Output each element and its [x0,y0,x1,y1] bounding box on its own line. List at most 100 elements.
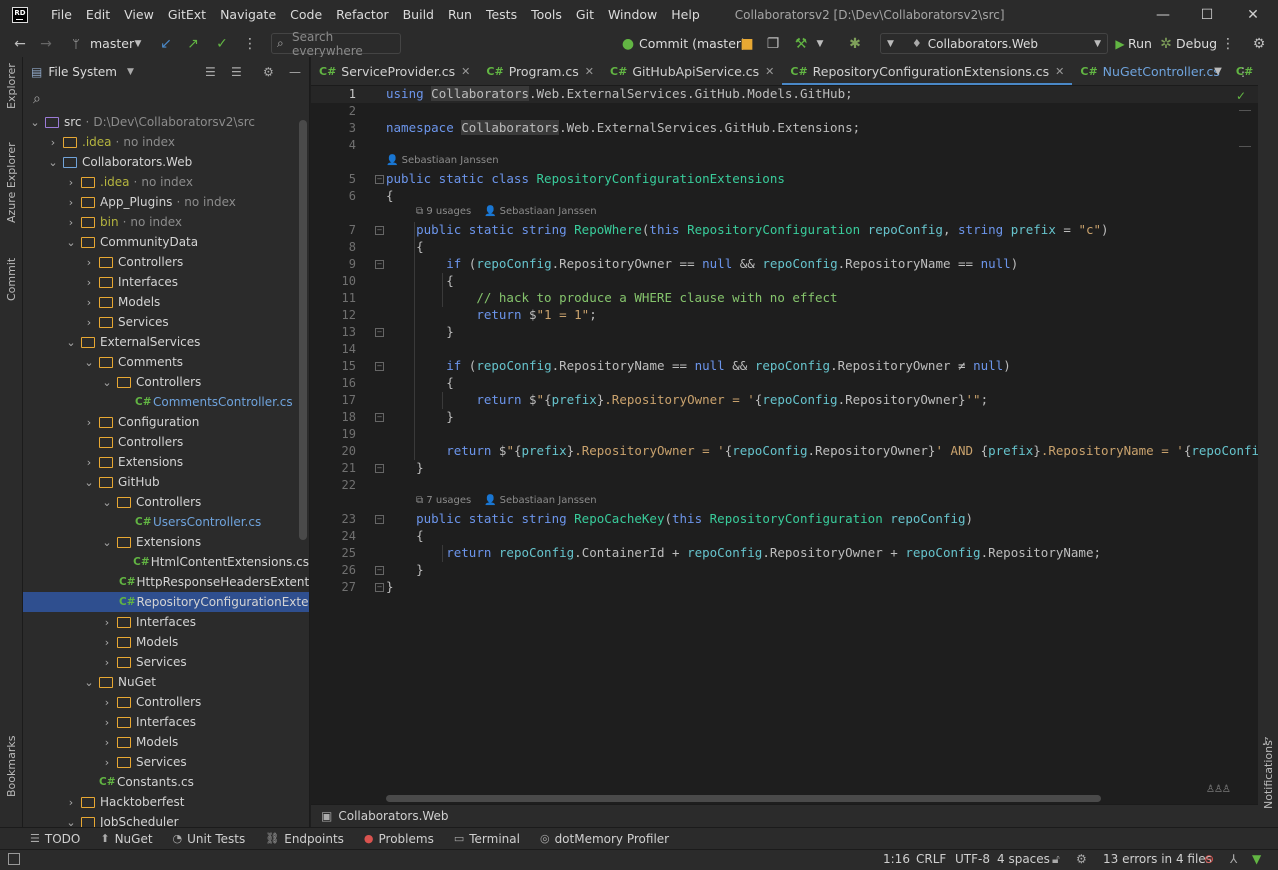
chevron-right-icon[interactable]: › [63,176,79,189]
chevron-right-icon[interactable]: › [81,256,97,269]
errors-summary[interactable]: 13 errors in 4 files [1103,849,1212,870]
tool-window-endpoints[interactable]: ⛓ Endpoints [265,832,344,846]
tree-folder[interactable]: › Interfaces [23,272,309,292]
status-ok-icon[interactable]: ▼ [1252,849,1261,870]
chevron-right-icon[interactable]: › [99,736,115,749]
fold-marker-icon[interactable]: − [375,464,384,473]
code-editor[interactable]: 1 using Collaborators.Web.ExternalService… [311,86,1258,804]
menu-navigate[interactable]: Navigate [213,0,283,30]
menu-window[interactable]: Window [601,0,664,30]
tree-folder[interactable]: › Interfaces [23,712,309,732]
explorer-scrollbar[interactable] [299,120,307,540]
editor-tab[interactable]: C# Program.cs ✕ [478,57,602,85]
run-config-selector[interactable]: ▼ ♦ Collaborators.Web ▼ [880,33,1108,54]
chevron-down-icon[interactable]: ⌄ [45,156,61,169]
menu-view[interactable]: View [117,0,161,30]
branch-selector[interactable]: master [90,30,134,57]
chevron-down-icon[interactable]: ⌄ [99,536,115,549]
tabs-more-icon[interactable]: ⋮ [1236,57,1250,86]
push-icon[interactable]: ↗ [185,30,201,57]
close-icon[interactable]: ✕ [1230,0,1276,30]
fold-marker-icon[interactable]: − [375,328,384,337]
fold-marker-icon[interactable]: − [375,175,384,184]
tree-folder[interactable]: ⌄ Collaborators.Web [23,152,309,172]
explorer-settings-icon[interactable]: ⚙ [263,65,274,79]
tree-file[interactable]: C# RepositoryConfigurationExter [23,592,309,612]
tree-file[interactable]: C# CommentsController.cs [23,392,309,412]
chevron-right-icon[interactable]: › [99,696,115,709]
menu-build[interactable]: Build [396,0,441,30]
chevron-right-icon[interactable]: › [45,136,61,149]
chevron-right-icon[interactable]: › [99,716,115,729]
lock-icon[interactable]: 🔓︎ [1052,849,1060,870]
commit-check-icon[interactable]: ✓ [214,30,230,57]
chevron-down-icon[interactable]: ⌄ [63,816,79,828]
update-project-icon[interactable]: ↙ [158,30,174,57]
minimize-icon[interactable]: — [1140,0,1186,30]
tree-folder[interactable]: › Controllers [23,692,309,712]
search-input[interactable]: ⌕ Search everywhere [271,30,401,58]
tree-folder[interactable]: › Services [23,752,309,772]
inspection-icon[interactable]: ⅄ [1230,849,1237,870]
fold-marker-icon[interactable]: − [375,583,384,592]
chevron-down-icon[interactable]: ⌄ [63,236,79,249]
copy-icon[interactable]: ❐ [764,30,782,57]
editor-tab[interactable]: C# NuGetController.cs [1072,57,1228,85]
menu-edit[interactable]: Edit [79,0,117,30]
tree-folder[interactable]: › Models [23,292,309,312]
daemon-settings-icon[interactable]: ⚙ [1076,849,1087,870]
editor-tab[interactable]: C# ServiceProvider.cs ✕ [311,57,478,85]
folder-icon[interactable]: ■ [738,30,756,57]
tree-file[interactable]: C# UsersController.cs [23,512,309,532]
explorer-title[interactable]: File System [48,65,117,79]
menu-run[interactable]: Run [441,0,479,30]
tree-folder[interactable]: › App_Plugins · no index [23,192,309,212]
notifications-tool-tab[interactable]: Notifications [1262,740,1275,809]
fold-marker-icon[interactable]: − [375,260,384,269]
tree-folder[interactable]: › Extensions [23,452,309,472]
tree-folder[interactable]: ⌄ Comments [23,352,309,372]
build-chevron-icon[interactable]: ▼ [814,30,826,57]
code-vision-hint[interactable]: 👤 Sebastiaan Janssen [386,155,499,166]
build-hammer-icon[interactable]: ⚒ [792,30,810,57]
menu-tests[interactable]: Tests [479,0,524,30]
tree-folder[interactable]: ⌄ ExternalServices [23,332,309,352]
tree-file[interactable]: C# HtmlContentExtensions.cs [23,552,309,572]
tree-folder[interactable]: › .idea · no index [23,132,309,152]
chevron-down-icon[interactable]: ▼ [132,30,144,57]
tree-folder[interactable]: ⌄ NuGet [23,672,309,692]
editor-horizontal-scrollbar[interactable] [386,795,1101,802]
editor-tab[interactable]: C# GitHubApiService.cs ✕ [602,57,782,85]
line-ending[interactable]: CRLF [916,849,946,870]
menu-code[interactable]: Code [283,0,329,30]
chevron-right-icon[interactable]: › [99,636,115,649]
tab-close-icon[interactable]: ✕ [765,65,774,78]
run-button[interactable]: Run [1128,30,1152,57]
tab-close-icon[interactable]: ✕ [1055,65,1064,78]
fold-marker-icon[interactable]: − [375,515,384,524]
chevron-right-icon[interactable]: › [63,196,79,209]
tree-folder[interactable]: ⌄ Controllers [23,372,309,392]
editor-tab[interactable]: C# RepositoryConfigurationExtensions.cs ✕ [782,57,1073,85]
tab-close-icon[interactable]: ✕ [585,65,594,78]
tree-folder[interactable]: › Controllers [23,252,309,272]
indent-setting[interactable]: 4 spaces [997,849,1050,870]
fold-marker-icon[interactable]: − [375,362,384,371]
debug-button[interactable]: Debug [1176,30,1217,57]
tree-folder[interactable]: › Hacktoberfest [23,792,309,812]
chevron-down-icon[interactable]: ⌄ [81,476,97,489]
code-vision-hint[interactable]: ⧉ 9 usages 👤 Sebastiaan Janssen [386,206,597,217]
tree-folder[interactable]: ⌄ JobScheduler [23,812,309,827]
file-encoding[interactable]: UTF-8 [955,849,990,870]
tree-folder[interactable]: › Configuration [23,412,309,432]
chevron-right-icon[interactable]: › [99,756,115,769]
tool-window-dotmemory-profiler[interactable]: ◎ dotMemory Profiler [540,832,669,846]
chevron-down-icon[interactable]: ⌄ [81,676,97,689]
chevron-right-icon[interactable]: › [81,316,97,329]
tree-folder[interactable]: ⌄ src · D:\Dev\Collaboratorsv2\src [23,112,309,132]
menu-refactor[interactable]: Refactor [329,0,395,30]
tool-window-problems[interactable]: ● Problems [364,832,434,846]
fold-marker-icon[interactable]: − [375,413,384,422]
tree-folder[interactable]: › bin · no index [23,212,309,232]
caret-position[interactable]: 1:16 [883,849,910,870]
